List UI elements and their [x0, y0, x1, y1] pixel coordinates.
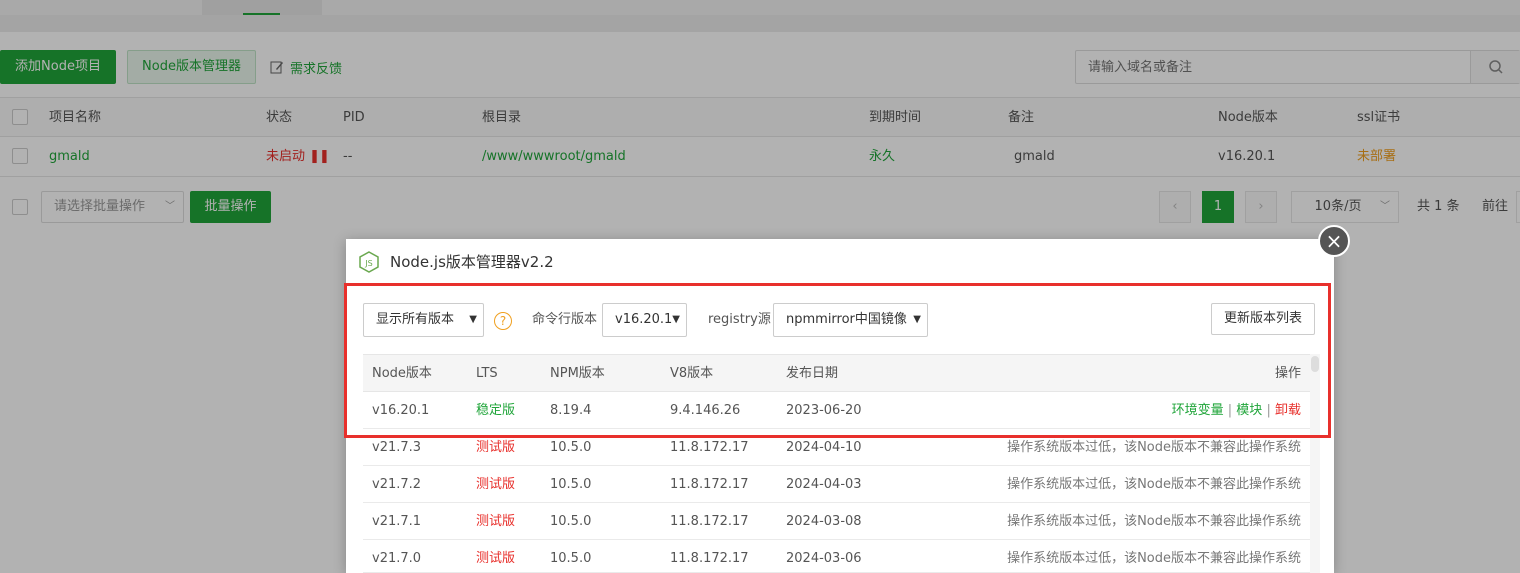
- table-row-installed: v16.20.1 稳定版 8.19.4 9.4.146.26 2023-06-2…: [363, 392, 1310, 429]
- dialog-title: Node.js版本管理器v2.2: [390, 253, 554, 271]
- incompatible-note: 操作系统版本过低，该Node版本不兼容此操作系统: [1007, 477, 1301, 492]
- incompatible-note: 操作系统版本过低，该Node版本不兼容此操作系统: [1007, 514, 1301, 529]
- release-date: 2024-03-06: [786, 551, 862, 566]
- release-date: 2024-04-03: [786, 477, 862, 492]
- release-date: 2023-06-20: [786, 403, 862, 418]
- help-icon[interactable]: ?: [494, 312, 512, 330]
- lts-badge: 稳定版: [476, 403, 516, 418]
- dialog-header: JS Node.js版本管理器v2.2: [346, 239, 1334, 283]
- node-version: v21.7.3: [372, 440, 422, 455]
- chevron-down-icon: ▼: [672, 314, 680, 325]
- v8-version: 11.8.172.17: [670, 514, 749, 529]
- v8-version: 11.8.172.17: [670, 551, 749, 566]
- registry-select[interactable]: npmmirror中国镜像 ▼: [773, 303, 928, 337]
- svg-text:JS: JS: [364, 259, 372, 268]
- chevron-down-icon: ▼: [469, 314, 477, 325]
- lts-badge: 测试版: [476, 551, 516, 566]
- v8-version: 11.8.172.17: [670, 440, 749, 455]
- registry-label: registry源: [708, 312, 771, 327]
- header-release-date: 发布日期: [786, 366, 839, 381]
- lts-badge: 测试版: [476, 440, 516, 455]
- header-action: 操作: [1274, 366, 1301, 381]
- nodejs-icon: JS: [359, 251, 379, 273]
- release-date: 2024-04-10: [786, 440, 862, 455]
- table-row: v21.7.0 测试版 10.5.0 11.8.172.17 2024-03-0…: [363, 540, 1310, 573]
- uninstall-link[interactable]: 卸载: [1275, 403, 1301, 418]
- v8-version: 9.4.146.26: [670, 403, 741, 418]
- header-npm: NPM版本: [550, 366, 605, 381]
- cli-version-select[interactable]: v16.20.1 ▼: [602, 303, 687, 337]
- header-v8: V8版本: [670, 366, 714, 381]
- close-dialog-button[interactable]: ×: [1318, 225, 1350, 257]
- version-filter-select[interactable]: 显示所有版本 ▼: [363, 303, 484, 337]
- node-version: v16.20.1: [372, 403, 430, 418]
- table-row: v21.7.2 测试版 10.5.0 11.8.172.17 2024-04-0…: [363, 466, 1310, 503]
- npm-version: 8.19.4: [550, 403, 592, 418]
- incompatible-note: 操作系统版本过低，该Node版本不兼容此操作系统: [1007, 551, 1301, 566]
- update-version-list-button[interactable]: 更新版本列表: [1211, 303, 1315, 335]
- table-row: v21.7.1 测试版 10.5.0 11.8.172.17 2024-03-0…: [363, 503, 1310, 540]
- npm-version: 10.5.0: [550, 440, 592, 455]
- npm-version: 10.5.0: [550, 514, 592, 529]
- table-row: v21.7.3 测试版 10.5.0 11.8.172.17 2024-04-1…: [363, 429, 1310, 466]
- release-date: 2024-03-08: [786, 514, 862, 529]
- row-actions: 环境变量 | 模块 | 卸载: [1171, 403, 1301, 418]
- node-version: v21.7.1: [372, 514, 422, 529]
- env-variables-link[interactable]: 环境变量: [1172, 403, 1224, 418]
- v8-version: 11.8.172.17: [670, 477, 749, 492]
- npm-version: 10.5.0: [550, 477, 592, 492]
- chevron-down-icon: ▼: [913, 314, 921, 325]
- modules-link[interactable]: 模块: [1236, 403, 1262, 418]
- header-lts: LTS: [476, 366, 498, 381]
- incompatible-note: 操作系统版本过低，该Node版本不兼容此操作系统: [1007, 440, 1301, 455]
- scrollbar-thumb[interactable]: [1311, 356, 1319, 372]
- version-table-header: Node版本 LTS NPM版本 V8版本 发布日期 操作: [363, 354, 1310, 392]
- node-version: v21.7.0: [372, 551, 422, 566]
- cli-version-label: 命令行版本: [532, 312, 598, 327]
- node-version: v21.7.2: [372, 477, 422, 492]
- version-table-scrollbar[interactable]: [1310, 354, 1320, 573]
- npm-version: 10.5.0: [550, 551, 592, 566]
- header-node-version: Node版本: [372, 366, 432, 381]
- lts-badge: 测试版: [476, 514, 516, 529]
- lts-badge: 测试版: [476, 477, 516, 492]
